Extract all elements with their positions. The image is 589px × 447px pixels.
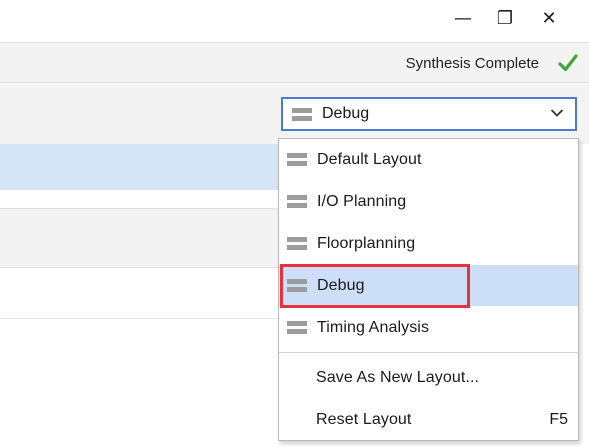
menu-item-default-layout[interactable]: Default Layout: [279, 139, 578, 180]
layout-icon: [287, 195, 307, 208]
row-divider: [0, 267, 282, 268]
layout-icon: [287, 321, 307, 334]
menu-item-reset-layout[interactable]: Reset Layout F5: [279, 399, 578, 440]
status-text: Synthesis Complete: [405, 55, 539, 72]
status-bar: Synthesis Complete: [0, 42, 589, 83]
menu-item-timing-analysis[interactable]: Timing Analysis: [279, 307, 578, 348]
menu-item-io-planning[interactable]: I/O Planning: [279, 181, 578, 222]
menu-item-save-as-new-layout[interactable]: Save As New Layout...: [279, 357, 578, 398]
menu-item-label: Default Layout: [317, 150, 422, 168]
menu-item-label: Save As New Layout...: [316, 368, 480, 386]
panel-row[interactable]: [0, 209, 282, 267]
minimize-button[interactable]: —: [441, 0, 485, 36]
layout-icon: [287, 279, 307, 292]
layout-dropdown-value: Debug: [322, 105, 370, 122]
menu-item-label: Floorplanning: [317, 234, 416, 252]
menu-item-label: Debug: [317, 276, 365, 294]
layout-icon: [292, 107, 312, 121]
menu-item-label: Reset Layout: [316, 410, 412, 428]
close-button[interactable]: ✕: [527, 0, 571, 36]
row-divider: [0, 318, 282, 319]
layout-menu: Default Layout I/O Planning Floorplannin…: [278, 138, 579, 441]
chevron-down-icon[interactable]: [550, 108, 564, 118]
menu-item-label: Timing Analysis: [317, 318, 430, 336]
layout-dropdown[interactable]: Debug: [281, 97, 577, 131]
layout-icon: [287, 237, 307, 250]
maximize-button[interactable]: ❐: [483, 0, 527, 36]
menu-item-label: I/O Planning: [317, 192, 407, 210]
layout-icon: [287, 153, 307, 166]
check-icon: [558, 54, 578, 72]
shortcut-label: F5: [549, 410, 568, 428]
menu-item-debug[interactable]: Debug: [279, 265, 578, 306]
menu-separator: [279, 352, 578, 353]
selected-row[interactable]: [0, 144, 282, 190]
menu-item-floorplanning[interactable]: Floorplanning: [279, 223, 578, 264]
